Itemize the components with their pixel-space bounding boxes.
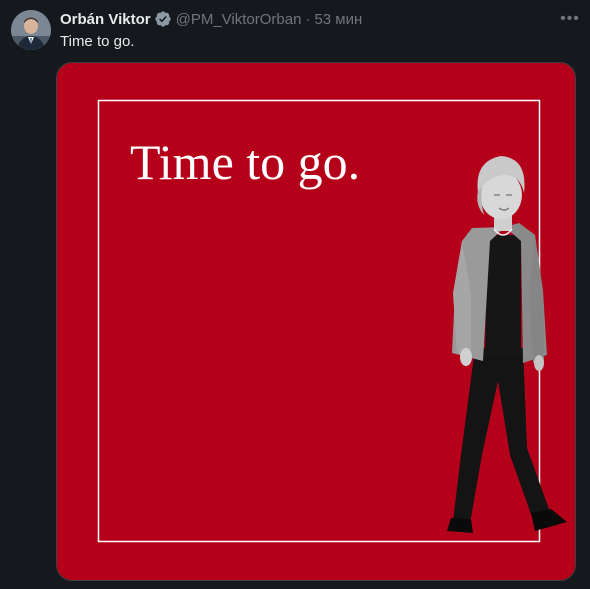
separator-dot: · — [305, 10, 311, 28]
poster-headline: Time to go. — [130, 134, 360, 190]
tweet-text: Time to go. — [60, 33, 135, 50]
tweet-header: Orbán Viktor @PM_ViktorOrban · 53 мин — [60, 9, 362, 29]
author-handle[interactable]: @PM_ViktorOrban — [176, 11, 302, 28]
avatar[interactable] — [11, 10, 51, 50]
profile-photo-icon — [11, 10, 51, 50]
tweet-timestamp[interactable]: 53 мин — [314, 11, 362, 28]
poster-image: Time to go. — [57, 63, 575, 580]
tweet-media[interactable]: Time to go. — [56, 62, 576, 581]
tweet[interactable]: Orbán Viktor @PM_ViktorOrban · 53 мин ••… — [0, 0, 590, 589]
verified-badge-icon — [154, 11, 171, 27]
author-name[interactable]: Orbán Viktor — [60, 11, 151, 28]
more-icon[interactable]: ••• — [558, 10, 582, 30]
